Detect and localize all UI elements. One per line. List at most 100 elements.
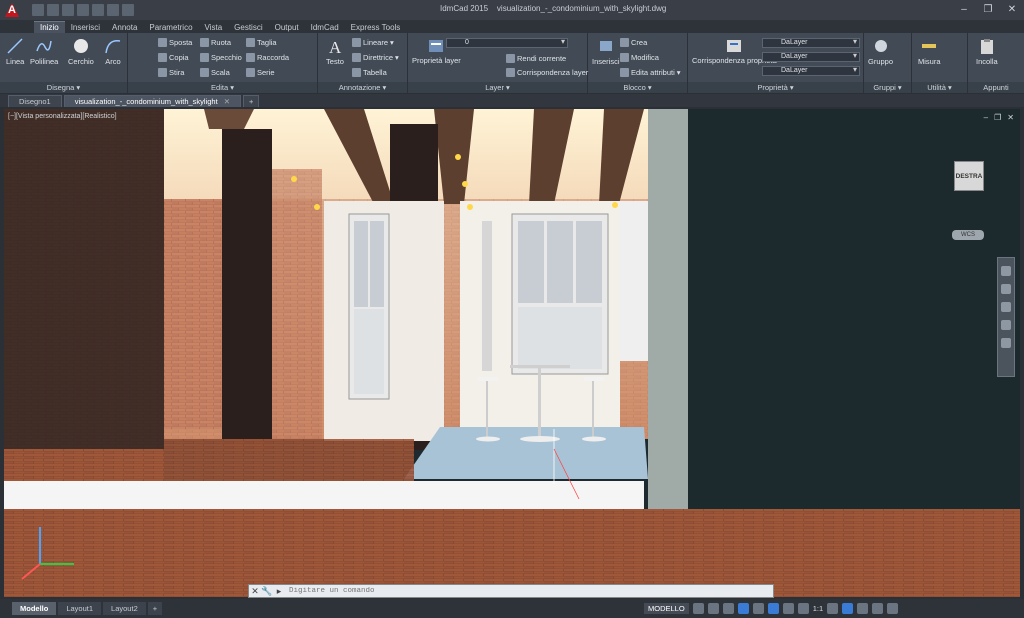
viewport-label[interactable]: [−][Vista personalizzata][Realistico] bbox=[8, 113, 117, 120]
pan-icon[interactable] bbox=[1001, 284, 1011, 294]
ribbon-tab-inserisci[interactable]: Inserisci bbox=[65, 22, 106, 33]
steering-wheel-icon[interactable] bbox=[1001, 266, 1011, 276]
layout1-tab[interactable]: Layout1 bbox=[58, 602, 102, 615]
mirror-button[interactable]: Specchio bbox=[200, 53, 242, 62]
new-tab-button[interactable]: + bbox=[243, 95, 260, 107]
create-block-button[interactable]: Crea bbox=[620, 38, 647, 47]
array-button[interactable]: Serie bbox=[246, 68, 275, 77]
scale-label[interactable]: 1:1 bbox=[813, 604, 823, 613]
move-icon bbox=[158, 38, 167, 47]
move-button[interactable]: Sposta bbox=[158, 38, 192, 47]
ribbon-tab-parametrico[interactable]: Parametrico bbox=[143, 22, 198, 33]
stretch-button[interactable]: Stira bbox=[158, 68, 184, 77]
orbit-icon[interactable] bbox=[1001, 320, 1011, 330]
showmotion-icon[interactable] bbox=[1001, 338, 1011, 348]
layer-dropdown[interactable]: 0 bbox=[446, 38, 568, 48]
edit-attributes-button[interactable]: Edita attributi ▾ bbox=[620, 68, 681, 77]
table-button[interactable]: Tabella bbox=[352, 68, 387, 77]
doc-tab-active[interactable]: visualization_-_condominium_with_skyligh… bbox=[63, 95, 241, 107]
dimension-icon bbox=[352, 38, 361, 47]
annotation-scale-icon[interactable] bbox=[797, 603, 809, 614]
ribbon-tab-idmcad[interactable]: IdmCad bbox=[305, 22, 345, 33]
layout-tabs: Modello Layout1 Layout2 + bbox=[0, 599, 640, 618]
ribbon-tab-vista[interactable]: Vista bbox=[199, 22, 229, 33]
rotate-button[interactable]: Ruota bbox=[200, 38, 231, 47]
line-button[interactable]: Linea bbox=[6, 37, 24, 66]
utilities-panel: Misura Utilità ▾ bbox=[912, 33, 968, 93]
fillet-icon bbox=[246, 53, 255, 62]
polyline-button[interactable]: Polilinea bbox=[30, 37, 58, 66]
leader-button[interactable]: Direttrice ▾ bbox=[352, 53, 399, 62]
command-input[interactable] bbox=[285, 585, 773, 597]
save-as-icon[interactable] bbox=[77, 4, 89, 16]
attributes-icon bbox=[620, 68, 629, 77]
measure-button[interactable]: Misura bbox=[918, 37, 941, 66]
match-layer-button[interactable]: Corrispondenza layer bbox=[506, 68, 588, 77]
ribbon-tab-inizio[interactable]: Inizio bbox=[34, 21, 65, 33]
doc-tab-drawing1[interactable]: Disegno1 bbox=[8, 95, 62, 107]
utilities-panel-title: Utilità ▾ bbox=[912, 82, 967, 93]
quick-access-toolbar bbox=[32, 4, 134, 16]
model-space-toggle[interactable]: MODELLO bbox=[644, 603, 689, 614]
new-icon[interactable] bbox=[32, 4, 44, 16]
save-icon[interactable] bbox=[62, 4, 74, 16]
snap-icon[interactable] bbox=[707, 603, 719, 614]
hardware-acceleration-icon[interactable] bbox=[857, 603, 869, 614]
color-dropdown[interactable]: DaLayer bbox=[762, 38, 860, 48]
arc-button[interactable]: Arco bbox=[104, 37, 122, 66]
workspace-icon[interactable] bbox=[827, 603, 839, 614]
command-prompt-icon: ▸ bbox=[276, 586, 282, 596]
linear-dim-button[interactable]: Lineare ▾ bbox=[352, 38, 394, 47]
isodraft-icon[interactable] bbox=[752, 603, 764, 614]
print-icon[interactable] bbox=[92, 4, 104, 16]
isolate-icon[interactable] bbox=[842, 603, 854, 614]
close-button[interactable]: ✕ bbox=[1000, 0, 1024, 18]
minimize-viewport-icon[interactable]: – bbox=[984, 113, 988, 122]
text-button[interactable]: A Testo bbox=[326, 37, 344, 66]
minimize-button[interactable]: – bbox=[952, 0, 976, 18]
polar-icon[interactable] bbox=[737, 603, 749, 614]
lineweight-icon[interactable] bbox=[782, 603, 794, 614]
object-snap-icon[interactable] bbox=[767, 603, 779, 614]
edit-block-button[interactable]: Modifica bbox=[620, 53, 659, 62]
drawing-viewport[interactable]: [−][Vista personalizzata][Realistico] – … bbox=[4, 109, 1020, 597]
open-icon[interactable] bbox=[47, 4, 59, 16]
close-viewport-icon[interactable]: ✕ bbox=[1007, 113, 1014, 122]
scale-button[interactable]: Scala bbox=[200, 68, 230, 77]
edit-panel-title: Edita ▾ bbox=[128, 82, 317, 93]
mirror-icon bbox=[200, 53, 209, 62]
layout2-tab[interactable]: Layout2 bbox=[103, 602, 146, 615]
grid-icon[interactable] bbox=[692, 603, 704, 614]
customize-icon[interactable] bbox=[887, 603, 899, 614]
customize-command-icon[interactable]: 🔧 bbox=[261, 585, 273, 597]
ribbon-tab-express-tools[interactable]: Express Tools bbox=[345, 22, 407, 33]
copy-button[interactable]: Copia bbox=[158, 53, 189, 62]
ortho-icon[interactable] bbox=[722, 603, 734, 614]
application-menu-button[interactable]: A bbox=[0, 0, 24, 20]
close-command-icon[interactable]: ✕ bbox=[249, 585, 261, 597]
make-current-button[interactable]: Rendi corrente bbox=[506, 54, 566, 63]
close-tab-icon[interactable]: ✕ bbox=[224, 97, 230, 106]
group-button[interactable]: Gruppo bbox=[868, 37, 893, 66]
circle-button[interactable]: Cerchio bbox=[68, 37, 94, 66]
viewcube[interactable]: DESTRA bbox=[954, 161, 984, 191]
layer-panel: Proprietà layer 0 Rendi corrente Corrisp… bbox=[408, 33, 588, 93]
fillet-button[interactable]: Raccorda bbox=[246, 53, 289, 62]
linetype-dropdown[interactable]: DaLayer bbox=[762, 52, 860, 62]
model-tab[interactable]: Modello bbox=[12, 602, 57, 615]
restore-viewport-icon[interactable]: ❐ bbox=[994, 113, 1001, 122]
ribbon-tab-output[interactable]: Output bbox=[269, 22, 305, 33]
trim-button[interactable]: Taglia bbox=[246, 38, 277, 47]
zoom-icon[interactable] bbox=[1001, 302, 1011, 312]
clean-screen-icon[interactable] bbox=[872, 603, 884, 614]
add-layout-button[interactable]: + bbox=[147, 602, 163, 615]
restore-button[interactable]: ❐ bbox=[976, 0, 1000, 18]
paste-button[interactable]: Incolla bbox=[976, 37, 998, 66]
insert-button[interactable]: Inserisci bbox=[592, 37, 620, 66]
lineweight-dropdown[interactable]: DaLayer bbox=[762, 66, 860, 76]
wcs-menu[interactable]: WCS bbox=[952, 230, 984, 240]
ribbon-tab-annota[interactable]: Annota bbox=[106, 22, 143, 33]
undo-icon[interactable] bbox=[107, 4, 119, 16]
ribbon-tab-gestisci[interactable]: Gestisci bbox=[228, 22, 268, 33]
redo-icon[interactable] bbox=[122, 4, 134, 16]
